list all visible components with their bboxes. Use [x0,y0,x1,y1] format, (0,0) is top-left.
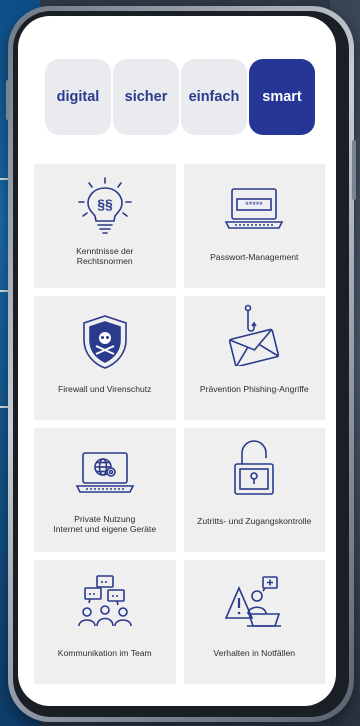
card-label: Verhalten in Notfällen [213,648,296,658]
password-laptop-icon: ***** [223,186,285,237]
svg-text:§§: §§ [97,196,113,212]
tab-sicher[interactable]: sicher [113,59,179,135]
globe-laptop-icon [74,450,136,501]
phone-power-button [352,140,356,200]
warning-person-icon [223,574,285,637]
svg-text:*****: ***** [245,200,263,210]
phishing-envelope-icon [224,304,284,371]
card-label: Kommunikation im Team [57,648,152,658]
card-label-line2: Internet und eigene Geräte [53,524,157,534]
card-label: Kenntnisse der Rechtsnormen [36,246,174,266]
card-zutritt[interactable]: Zutritts- und Zugangskontrolle [183,428,325,552]
tab-digital[interactable]: digital [45,59,111,135]
card-label: Firewall und Virenschutz [58,384,152,394]
card-label-line1: Kenntnisse der [76,246,134,256]
card-notfall[interactable]: Verhalten in Notfällen [183,560,325,684]
padlock-icon [229,438,279,503]
topic-grid: §§ Kenntnisse der Rechtsnormen ***** Pas… [34,164,325,684]
phone-volume-button [6,80,10,120]
tab-bar: digital sicher einfach smart [45,59,315,135]
card-label: Prävention Phishing-Angriffe [199,384,309,394]
virus-shield-icon [80,314,130,375]
card-passwort[interactable]: ***** Passwort-Management [183,164,325,288]
card-firewall[interactable]: Firewall und Virenschutz [34,296,176,420]
card-kommunikation[interactable]: Kommunikation im Team [34,560,176,684]
law-lightbulb-icon: §§ [75,176,135,243]
card-label-line2: Rechtsnormen [76,256,133,266]
card-label: Private Nutzung Internet und eigene Gerä… [36,514,174,534]
card-label: Passwort-Management [210,252,299,262]
card-phishing[interactable]: Prävention Phishing-Angriffe [183,296,325,420]
tab-einfach[interactable]: einfach [181,59,247,135]
card-label-line1: Private Nutzung [74,514,136,524]
tab-smart[interactable]: smart [249,59,315,135]
card-label: Zutritts- und Zugangskontrolle [197,516,312,526]
card-rechtsnormen[interactable]: §§ Kenntnisse der Rechtsnormen [34,164,176,288]
phone-screen: digital sicher einfach smart §§ Kenntnis… [18,16,336,706]
team-chat-icon [75,574,135,637]
card-private-nutzung[interactable]: Private Nutzung Internet und eigene Gerä… [34,428,176,552]
